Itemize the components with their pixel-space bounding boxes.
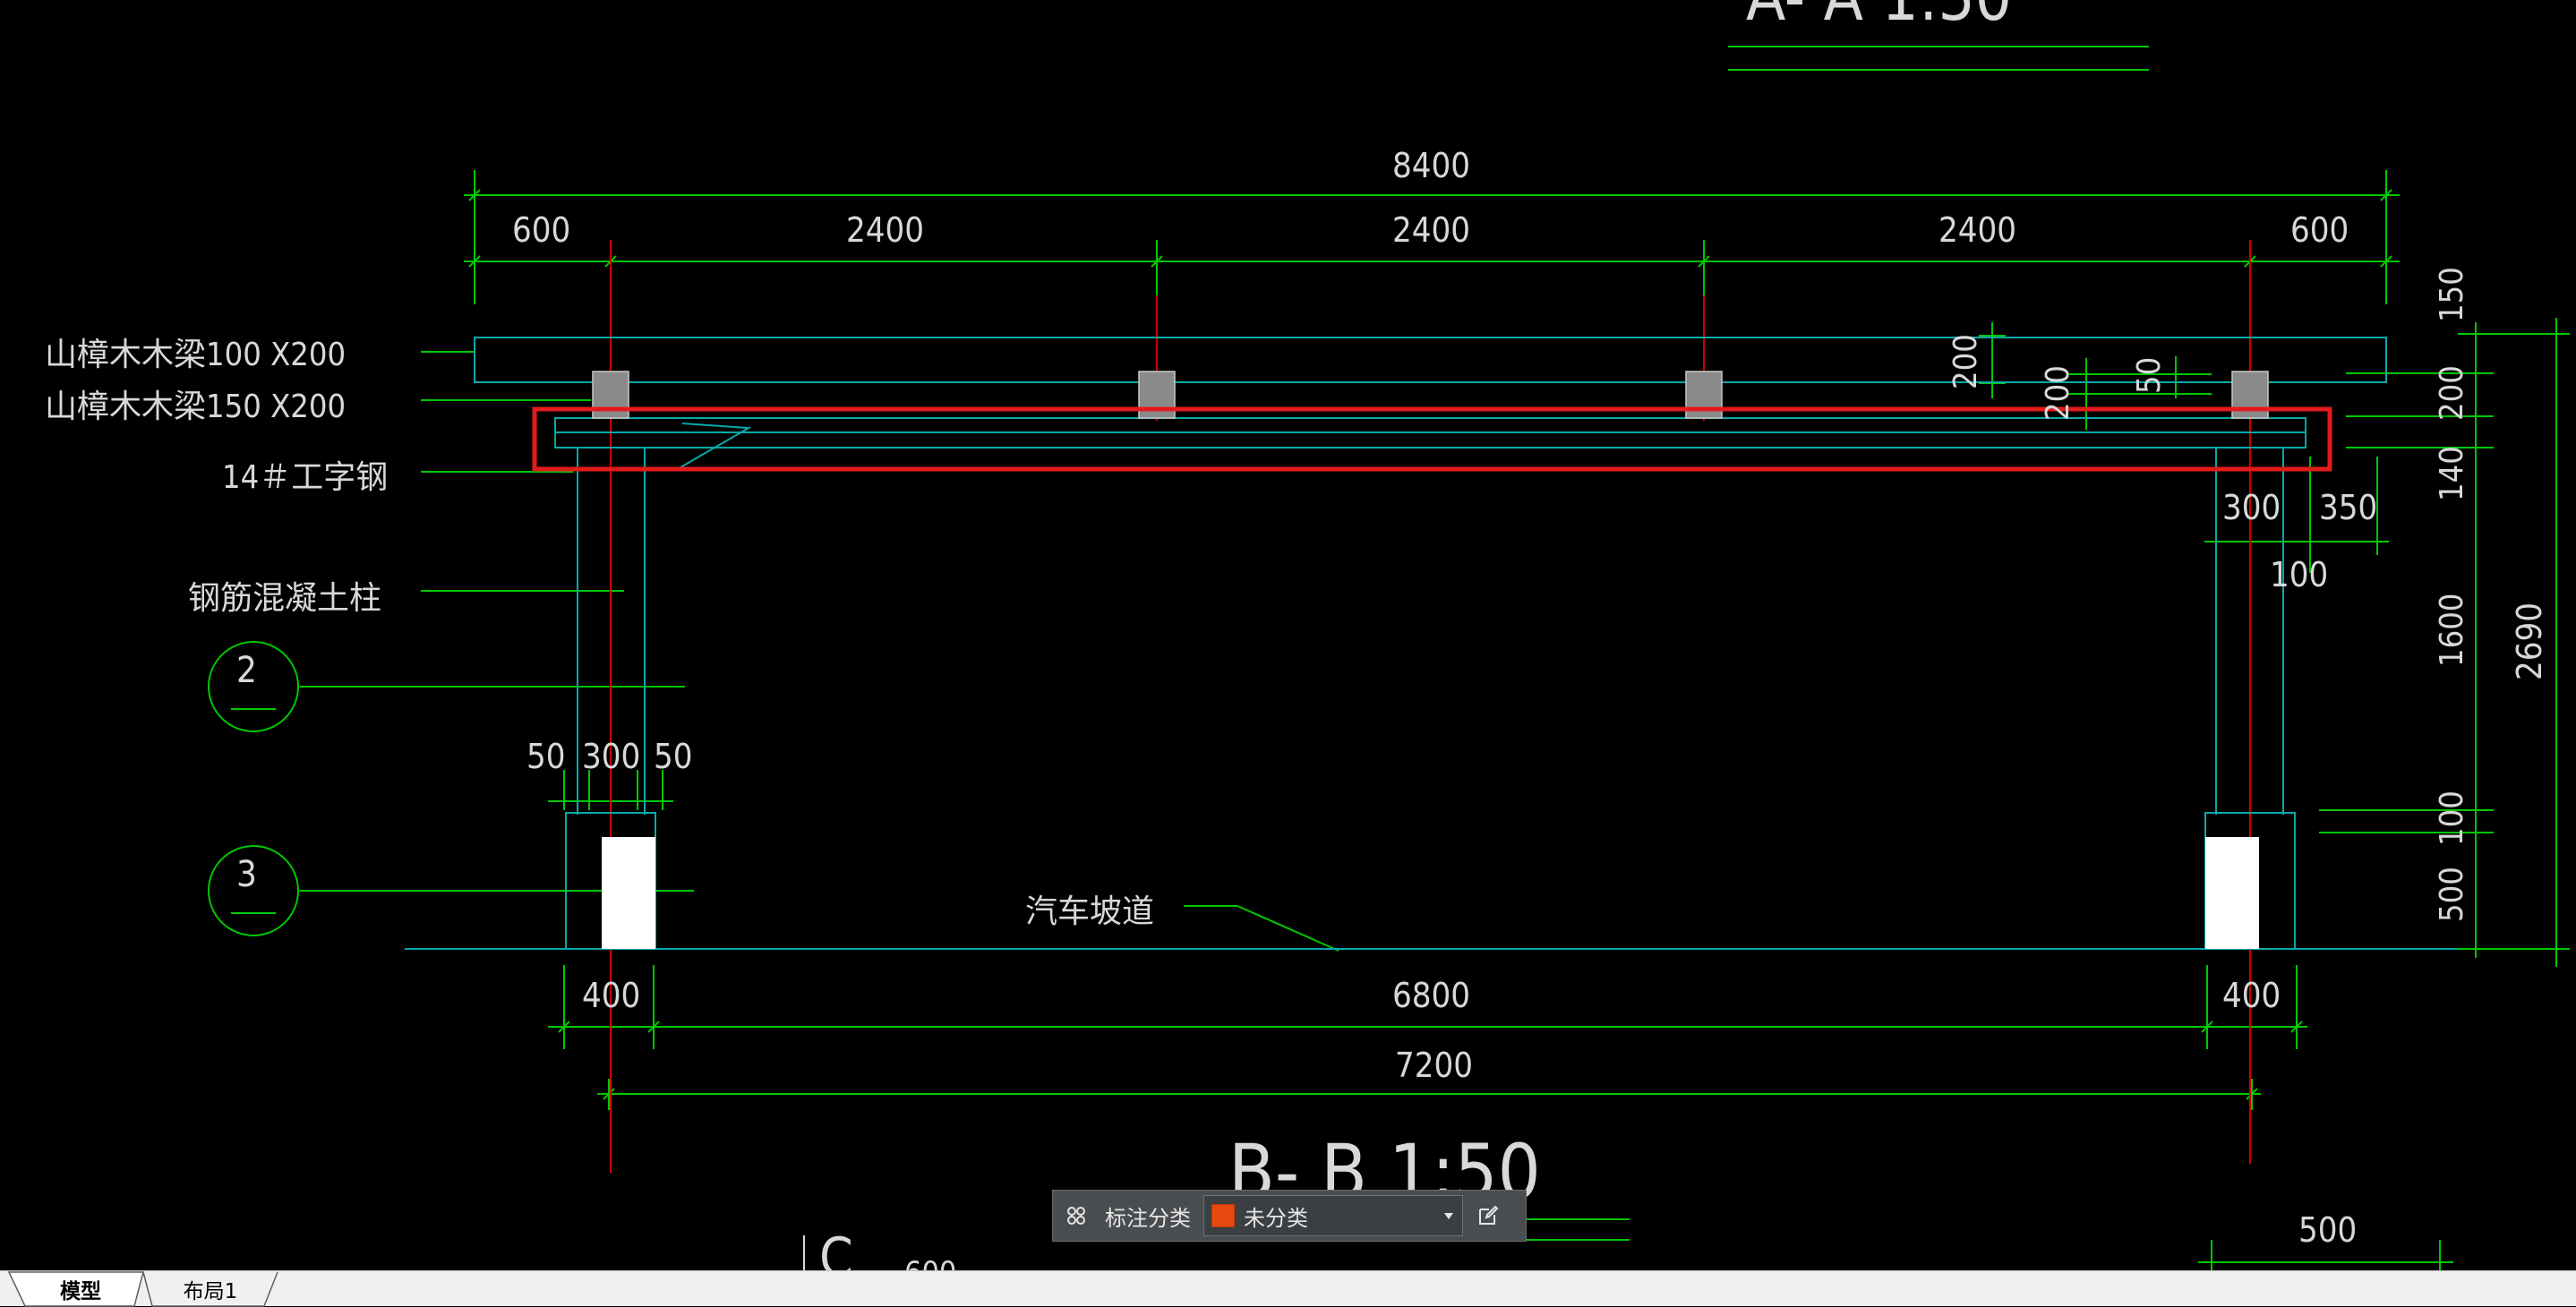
dim-col-right-50: 50 — [654, 737, 693, 776]
dim-right-350: 350 — [2319, 488, 2377, 527]
dim-bottom-overall: 7200 — [1395, 1046, 1473, 1085]
dimension-lines — [300, 170, 2570, 1270]
dim-partial-500: 500 — [2298, 1210, 2357, 1250]
dim-top-left-600: 600 — [512, 210, 570, 250]
category-selected-value: 未分类 — [1244, 1205, 1308, 1231]
callout-2-number: 2 — [236, 650, 257, 691]
cad-drawing-canvas[interactable]: A- A 1:50 B- B 1:50 C 600 8400 600 2400 … — [0, 0, 2576, 1270]
dim-col-left-300: 300 — [582, 737, 640, 776]
dim-bay-1: 2400 — [846, 210, 924, 250]
layout-tab-bar: 模型 布局1 — [0, 1270, 2576, 1307]
dim-col-left-50: 50 — [526, 737, 566, 776]
category-color-swatch — [1211, 1204, 1235, 1227]
dim-v-1600: 1600 — [2434, 594, 2470, 667]
title-underline-top — [1728, 46, 2149, 71]
partial-label-c: C — [819, 1226, 853, 1270]
column-foot-blocks — [602, 837, 2259, 949]
dim-v-200: 200 — [2434, 365, 2470, 421]
tab-model-label: 模型 — [60, 1279, 101, 1303]
tab-layout-1-label: 布局1 — [183, 1279, 238, 1303]
dim-v-150: 150 — [2434, 267, 2470, 322]
dim-bay-2: 2400 — [1392, 210, 1470, 250]
label-steel-beam: 14＃工字钢 — [222, 459, 388, 496]
title-top: A- A 1:50 — [1746, 0, 2012, 35]
structure-geometry — [405, 337, 2458, 950]
dim-overall-top: 8400 — [1392, 146, 1470, 185]
centerlines — [610, 240, 2251, 1173]
dim-gap-50: 50 — [2131, 357, 2168, 394]
dimension-ticks — [468, 189, 2392, 1100]
dim-beam-200: 200 — [2040, 365, 2076, 421]
dim-right-300: 300 — [2222, 488, 2281, 527]
label-purlin-1: 山樟木木梁100 X200 — [45, 337, 346, 373]
category-grid-icon[interactable] — [1053, 1191, 1100, 1241]
dim-right-100: 100 — [2270, 555, 2328, 594]
callout-3-number: 3 — [236, 854, 257, 895]
label-ramp: 汽车坡道 — [1025, 893, 1154, 930]
dim-v-100: 100 — [2434, 790, 2470, 846]
dim-v-140: 140 — [2434, 446, 2470, 501]
category-select[interactable]: 未分类 — [1203, 1195, 1463, 1236]
dim-purlin-200: 200 — [1947, 334, 1984, 389]
dim-bottom-left-400: 400 — [582, 976, 640, 1015]
chevron-down-icon — [1444, 1213, 1453, 1219]
tab-model[interactable]: 模型 — [27, 1271, 134, 1306]
dim-bottom-clear: 6800 — [1392, 976, 1470, 1015]
dim-top-right-600: 600 — [2290, 210, 2349, 250]
dim-v-500: 500 — [2434, 867, 2470, 922]
label-purlin-2: 山樟木木梁150 X200 — [45, 389, 346, 425]
annotation-category-toolbar: 标注分类 未分类 — [1052, 1190, 1527, 1242]
label-rc-column: 钢筋混凝土柱 — [188, 580, 381, 617]
tab-layout-1[interactable]: 布局1 — [152, 1271, 269, 1306]
annotation-category-label: 标注分类 — [1105, 1205, 1191, 1231]
dim-bay-3: 2400 — [1938, 210, 2016, 250]
dim-bottom-right-400: 400 — [2222, 976, 2281, 1015]
partial-dim-600: 600 — [904, 1255, 956, 1270]
dim-v-total-2690: 2690 — [2510, 602, 2549, 680]
edit-icon[interactable] — [1463, 1191, 1513, 1241]
